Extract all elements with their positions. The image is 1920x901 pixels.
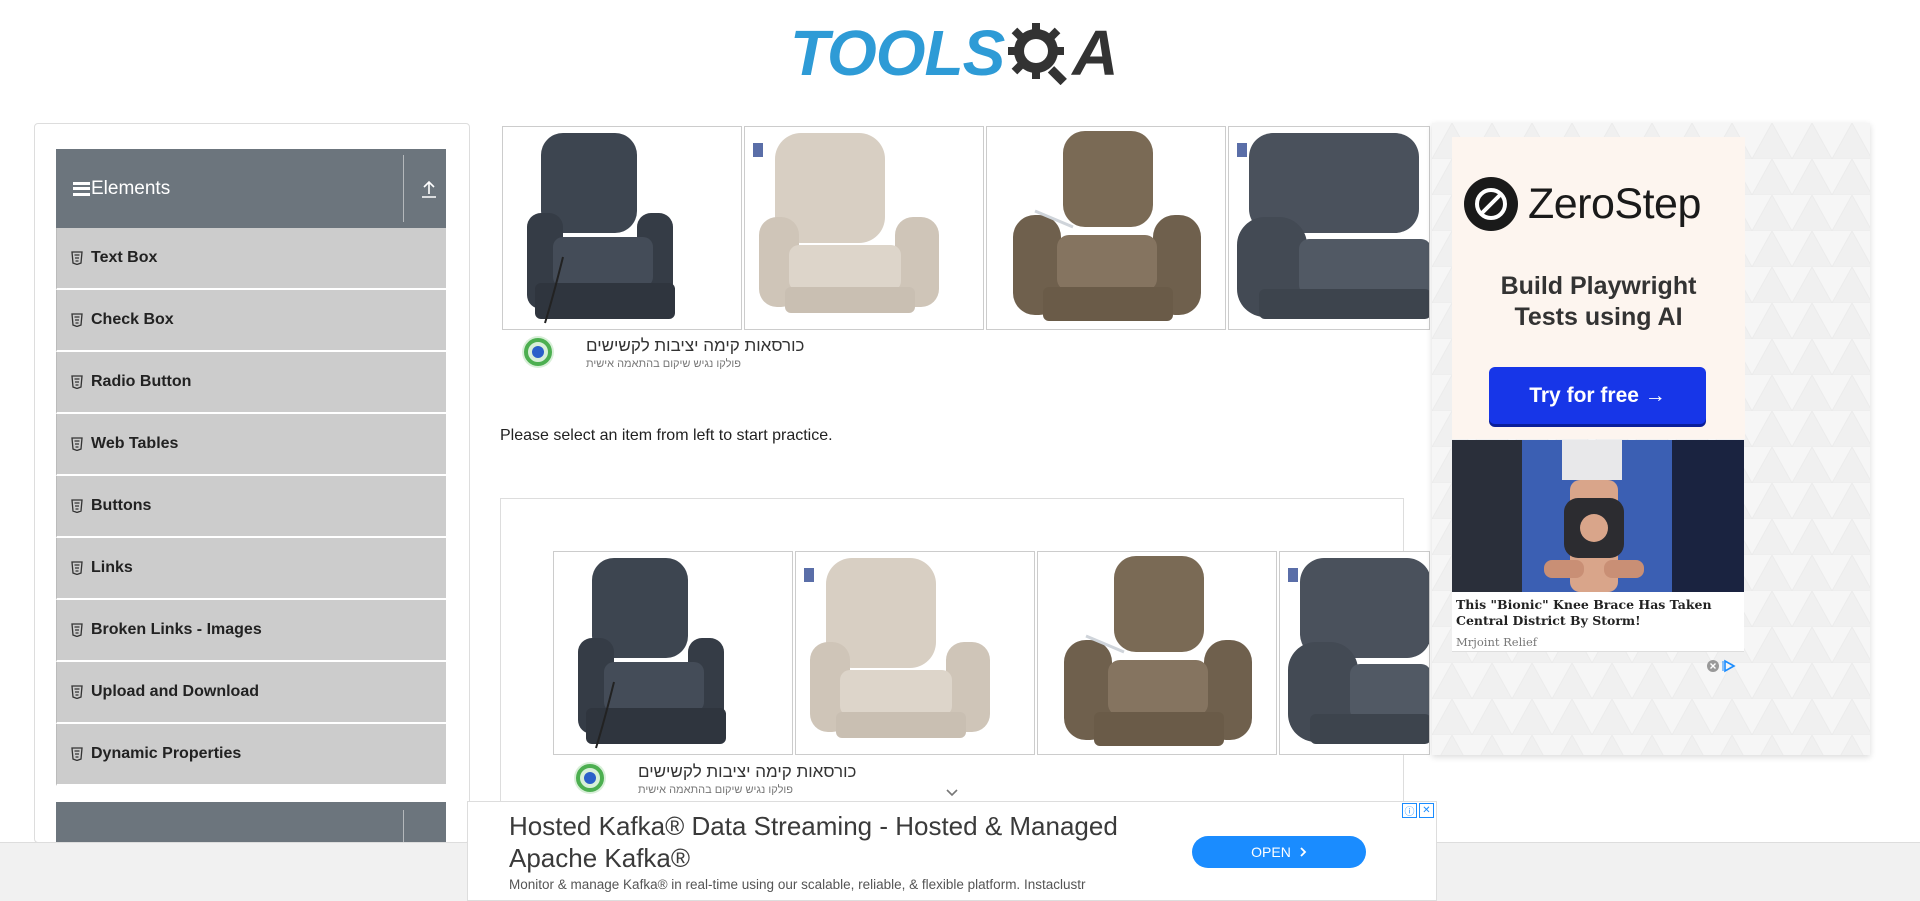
elements-group-header[interactable]: Elements [56,149,446,228]
html5-badge-icon [71,685,83,699]
try-for-free-button[interactable]: Try for free → [1489,367,1706,424]
group-title: Elements [91,177,171,199]
header-divider [403,810,404,842]
sidebar-item-label: Links [91,559,133,576]
sidebar-item-label: Broken Links - Images [91,621,262,638]
headline-line-1: Build Playwright [1500,272,1697,300]
html5-badge-icon [71,499,83,513]
html5-badge-icon [71,623,83,637]
sidebar-item-label: Radio Button [91,373,192,390]
sidebar-item-label: Dynamic Properties [91,745,242,762]
ad-badges: ⓘ ✕ [1402,803,1434,818]
sidebar-item-radio-button[interactable]: Radio Button [56,352,446,414]
header-divider [403,155,404,222]
zerostep-headline: Build Playwright Tests using AI [1452,271,1745,333]
adchoices-icon[interactable] [1722,659,1736,673]
html5-badge-icon [71,437,83,451]
sidebar-item-links[interactable]: Links [56,538,446,600]
info-icon[interactable]: ⓘ [1402,803,1417,818]
chair-image-brown[interactable] [1037,551,1277,755]
ad-title: כורסאות קימה יציבות לקשישים [638,762,857,781]
ad-subtitle: פולקו נגיש שיקום בהתאמה אישית [586,358,741,370]
top-chair-ad[interactable] [502,126,1430,332]
close-circle-icon[interactable] [1706,659,1720,673]
sidebar-item-text-box[interactable]: Text Box [56,228,446,290]
sidebar-item-broken-links-images[interactable]: Broken Links - Images [56,600,446,662]
knee-ad-source: Mrjoint Relief [1456,635,1538,649]
toolsqa-logo[interactable]: TOOLS A [790,16,1119,90]
left-sidebar: Elements Text Box Check Box Radio Button… [34,123,470,843]
bottom-ad-title[interactable]: Hosted Kafka® Data Streaming - Hosted & … [509,810,1149,874]
forms-group-header[interactable] [56,802,446,842]
advertiser-logo-icon [522,336,554,368]
sidebar-item-web-tables[interactable]: Web Tables [56,414,446,476]
chair-image-beige[interactable] [795,551,1035,755]
html5-badge-icon [71,313,83,327]
chair-image-slate[interactable] [1228,126,1430,330]
headline-line-2: Tests using AI [1514,303,1683,331]
sidebar-item-upload-and-download[interactable]: Upload and Download [56,662,446,724]
knee-brace-ad[interactable]: This "Bionic" Knee Brace Has Taken Centr… [1452,440,1744,652]
right-side-ad[interactable]: ZeroStep Build Playwright Tests using AI… [1432,123,1870,755]
sidebar-item-dynamic-properties[interactable]: Dynamic Properties [56,724,446,786]
bottom-banner-ad[interactable]: Hosted Kafka® Data Streaming - Hosted & … [467,801,1437,901]
chair-image-brown[interactable] [986,126,1226,330]
elements-accordion: Elements Text Box Check Box Radio Button… [56,149,446,842]
html5-badge-icon [71,251,83,265]
ad-subtitle: פולקו נגיש שיקום בהתאמה אישית [638,784,793,796]
ad-title: כורסאות קימה יציבות לקשישים [586,336,805,355]
sidebar-item-label: Text Box [91,249,158,266]
sidebar-item-label: Upload and Download [91,683,259,700]
practice-instruction: Please select an item from left to start… [500,427,833,444]
close-icon[interactable]: ✕ [1419,803,1434,818]
chevron-down-icon[interactable] [945,788,959,798]
gear-magnifier-icon [1008,23,1068,85]
sidebar-item-buttons[interactable]: Buttons [56,476,446,538]
collapse-up-icon[interactable] [420,179,438,199]
knee-ad-title[interactable]: This "Bionic" Knee Brace Has Taken Centr… [1456,597,1740,629]
hamburger-icon [73,181,90,196]
sidebar-item-label: Buttons [91,497,152,514]
inner-ad-caption[interactable]: כורסאות קימה יציבות לקשישים פולקו נגיש ש… [574,762,856,796]
sidebar-item-label: Check Box [91,311,174,328]
sidebar-item-check-box[interactable]: Check Box [56,290,446,352]
chair-image-dark-gray[interactable] [553,551,793,755]
chair-image-beige[interactable] [744,126,984,330]
zerostep-brand: ZeroStep [1464,177,1701,231]
html5-badge-icon [71,561,83,575]
open-label: OPEN [1251,844,1291,860]
chevron-right-icon [1300,847,1307,857]
html5-badge-icon [71,375,83,389]
top-ad-caption[interactable]: כורסאות קימה יציבות לקשישים פולקו נגיש ש… [522,336,804,370]
advertiser-logo-icon [574,762,606,794]
html5-badge-icon [71,747,83,761]
knee-brace-image[interactable] [1452,440,1744,592]
page-header: TOOLS A [0,0,1920,100]
chair-image-slate[interactable] [1279,551,1430,755]
adchoices-badge[interactable] [1706,659,1736,673]
open-button[interactable]: OPEN [1192,836,1366,868]
chair-image-dark-gray[interactable] [502,126,742,330]
zerostep-ad-card[interactable]: ZeroStep Build Playwright Tests using AI… [1452,137,1745,439]
inner-chair-ad[interactable] [553,551,1430,757]
bottom-ad-description: Monitor & manage Kafka® in real-time usi… [509,877,1086,892]
zerostep-name: ZeroStep [1528,179,1701,228]
zerostep-logo-icon [1464,177,1518,231]
sidebar-item-label: Web Tables [91,435,179,452]
logo-main-text: TOOLS [790,17,1005,89]
logo-tail-text: A [1072,17,1119,89]
